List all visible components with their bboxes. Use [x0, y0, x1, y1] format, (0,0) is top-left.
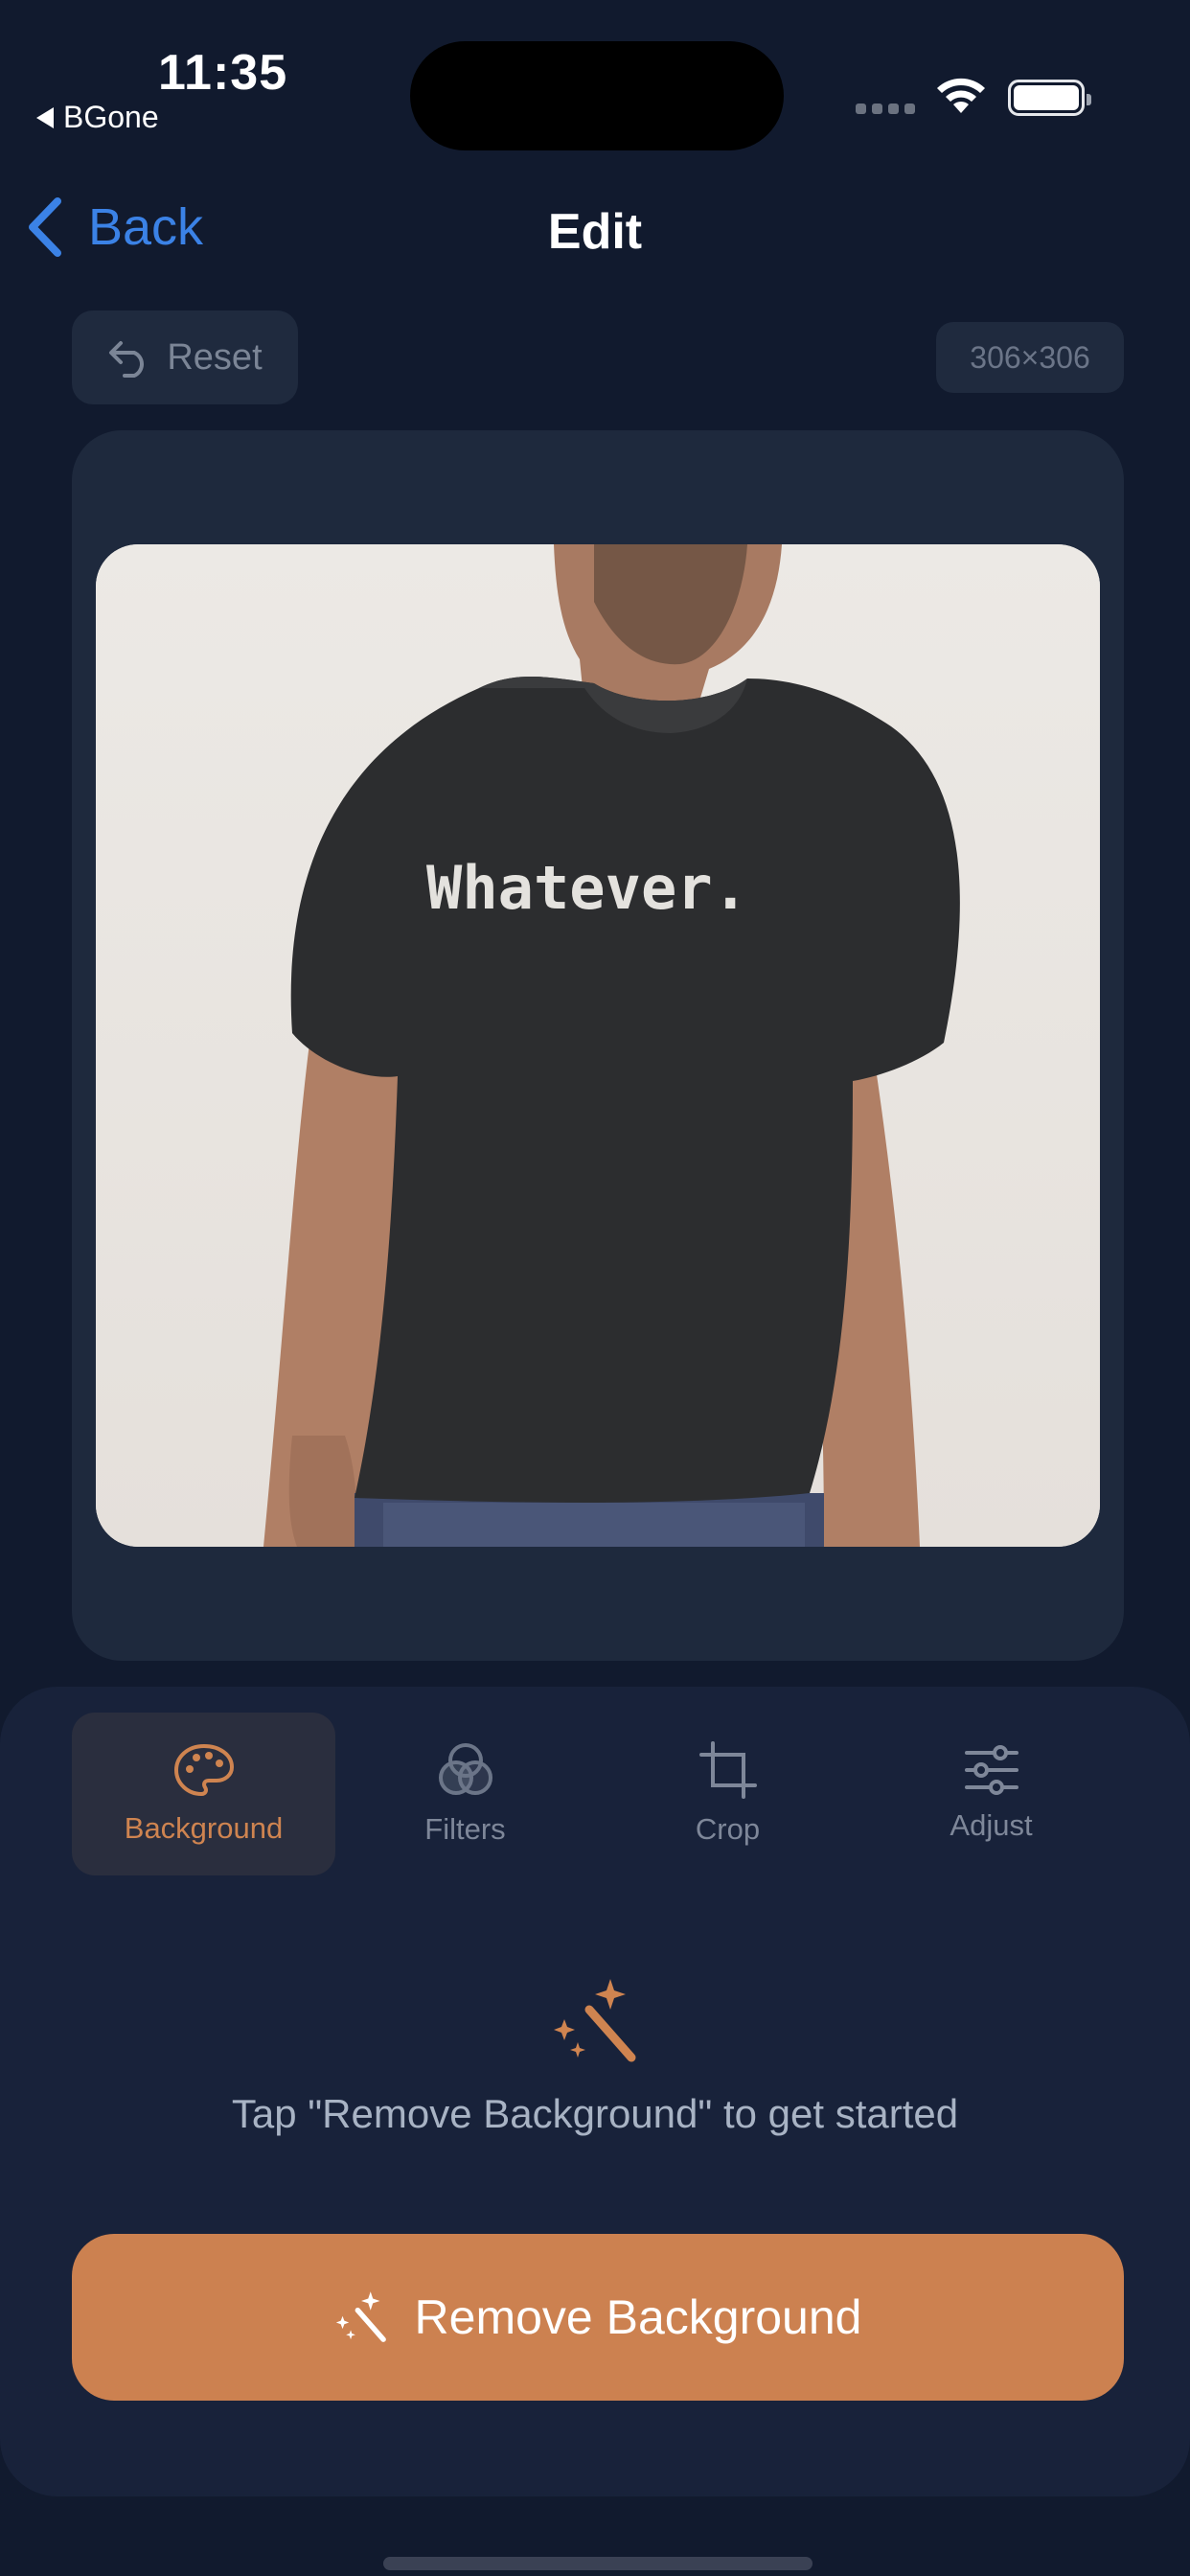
tab-crop-label: Crop [695, 1812, 761, 1846]
remove-background-button[interactable]: Remove Background [72, 2234, 1124, 2401]
tab-background[interactable]: Background [72, 1713, 335, 1875]
back-triangle-icon [36, 106, 54, 128]
palette-icon [173, 1743, 234, 1797]
tab-crop[interactable]: Crop [596, 1713, 859, 1875]
shirt-print-text: Whatever. [426, 853, 748, 923]
tshirt-model-image: Whatever. [96, 544, 1100, 1547]
tab-adjust-label: Adjust [950, 1808, 1033, 1842]
tab-filters[interactable]: Filters [333, 1713, 597, 1875]
image-size-badge: 306×306 [936, 322, 1124, 393]
cellular-signal-icon [856, 104, 915, 114]
reset-button[interactable]: Reset [72, 310, 298, 404]
sliders-icon [964, 1745, 1018, 1795]
photo-preview[interactable]: Whatever. [96, 544, 1100, 1547]
status-back-app-label: BGone [63, 100, 159, 134]
status-time: 11:35 [158, 45, 288, 101]
battery-icon [1008, 80, 1091, 116]
crop-icon [698, 1741, 757, 1799]
magic-wand-icon [554, 1979, 636, 2062]
magic-wand-icon [335, 2291, 386, 2342]
filters-icon [438, 1743, 492, 1795]
edit-screen: 11:35 BGone Back Edit Reset 306×306 What… [0, 0, 1190, 2576]
status-back-to-app[interactable]: BGone [36, 100, 159, 135]
page-title: Edit [547, 204, 643, 260]
hint-text: Tap "Remove Background" to get started [231, 2091, 959, 2136]
tab-filters-label: Filters [424, 1812, 506, 1846]
remove-background-label: Remove Background [414, 2290, 862, 2344]
reset-label: Reset [167, 336, 263, 378]
dynamic-island [410, 41, 784, 150]
home-indicator[interactable] [383, 2557, 812, 2570]
tab-adjust[interactable]: Adjust [859, 1713, 1123, 1875]
tab-background-label: Background [124, 1811, 284, 1845]
undo-icon [109, 341, 145, 378]
wifi-icon [937, 78, 985, 113]
